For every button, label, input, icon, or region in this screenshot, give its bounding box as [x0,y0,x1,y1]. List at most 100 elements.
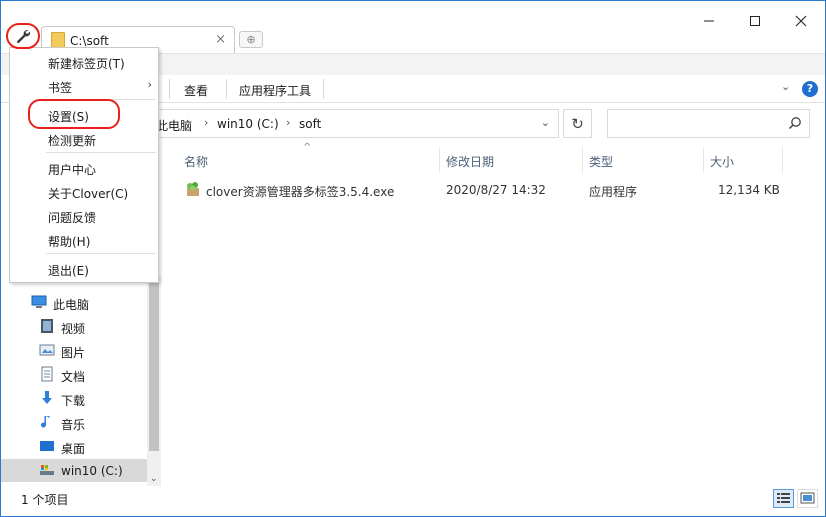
address-bar[interactable]: 此电脑 › win10 (C:) › soft ⌄ [149,109,559,138]
search-input[interactable] [607,109,810,138]
desktop-icon [40,441,54,451]
menu-item-new-tab[interactable]: 新建标签页(T) [10,51,158,73]
ribbon-collapse-icon[interactable]: ⌄ [781,80,790,93]
nav-item-desktop[interactable]: 桌面 [1,435,147,458]
breadcrumb-separator-icon[interactable]: › [204,116,208,129]
column-divider[interactable] [582,147,583,173]
column-header-size[interactable]: 大小 [710,153,734,177]
breadcrumb-separator-icon[interactable]: › [286,116,290,129]
folder-icon [51,32,65,48]
column-divider[interactable] [782,147,783,173]
search-icon [788,117,801,130]
large-icons-view-button[interactable] [797,489,818,508]
annotation-ring-settings [28,99,120,129]
menu-separator [46,253,156,254]
nav-label: 此电脑 [53,298,90,312]
details-view-icon [777,493,790,503]
menu-item-label: 帮助(H) [48,235,91,249]
nav-item-music[interactable]: 音乐 [1,411,147,434]
menu-item-label: 用户中心 [48,163,97,177]
menu-item-label: 关于Clover(C) [48,187,129,201]
drive-icon [40,465,54,475]
nav-item-video[interactable]: 视频 [1,315,147,338]
nav-label: 视频 [61,322,86,336]
details-view-button[interactable] [773,489,794,508]
submenu-arrow-icon: › [147,78,152,91]
close-window-button[interactable] [787,9,815,33]
nav-label: 文档 [61,370,86,384]
document-icon [41,366,53,382]
file-row[interactable]: clover资源管理器多标签3.5.4.exe 2020/8/27 14:32 … [181,180,781,202]
close-icon [795,15,807,27]
refresh-button[interactable]: ↻ [563,109,592,138]
nav-item-documents[interactable]: 文档 [1,363,147,386]
clover-app-icon [187,182,199,196]
file-name: clover资源管理器多标签3.5.4.exe [206,185,395,199]
menu-item-user-center[interactable]: 用户中心 [10,157,158,179]
explorer-window: C:\soft × ⊕ 查看 应用程序工具 ⌄ ? 此电脑 › win10 (C… [0,0,826,517]
column-header-type[interactable]: 类型 [589,153,613,177]
navigation-pane: 此电脑 视频 图片 文档 下载 音乐 桌面 win10 (C:) [1,281,161,486]
menu-item-about[interactable]: 关于Clover(C) [10,181,158,203]
scrollbar-thumb[interactable] [149,276,159,451]
menu-item-label: 书签 [48,81,73,95]
nav-item-downloads[interactable]: 下载 [1,387,147,410]
tab-title: C:\soft [70,34,109,48]
nav-item-this-pc[interactable]: 此电脑 [1,291,147,314]
nav-label: 音乐 [61,418,86,432]
nav-label: 图片 [61,346,86,360]
computer-icon [31,295,47,308]
ribbon-divider [323,79,324,99]
app-menu: 新建标签页(T) 书签 › 设置(S) 检测更新 用户中心 关于Clover(C)… [9,47,159,283]
breadcrumb-drive[interactable]: win10 (C:) [217,117,279,131]
nav-label: 桌面 [61,442,86,456]
annotation-ring-wrench [6,23,40,49]
ribbon-divider [169,79,170,99]
nav-scrollbar[interactable]: ⌄ [147,276,161,486]
maximize-button[interactable] [741,9,769,33]
maximize-icon [750,16,760,26]
address-dropdown-icon[interactable]: ⌄ [541,116,550,129]
sort-ascending-icon: ^ [303,142,312,153]
ribbon-tab-app-tools[interactable]: 应用程序工具 [239,82,311,99]
menu-item-label: 新建标签页(T) [48,57,125,71]
menu-item-check-update[interactable]: 检测更新 [10,128,158,150]
file-type: 应用程序 [589,185,638,199]
breadcrumb-this-pc[interactable]: 此电脑 [156,117,192,134]
ribbon-tab-view[interactable]: 查看 [184,82,208,99]
minimize-icon [704,20,714,22]
new-tab-button[interactable]: ⊕ [239,31,263,48]
item-count: 1 个项目 [21,493,69,507]
nav-label: 下载 [61,394,86,408]
music-icon [41,416,50,428]
tab-close-icon[interactable]: × [215,32,226,47]
column-header-name[interactable]: 名称 [184,153,208,177]
breadcrumb-soft[interactable]: soft [299,117,321,131]
nav-label: win10 (C:) [61,464,123,478]
title-bar: C:\soft × ⊕ [1,1,825,53]
file-size: 12,134 KB [718,183,780,197]
menu-item-feedback[interactable]: 问题反馈 [10,205,158,227]
menu-item-help[interactable]: 帮助(H) [10,229,158,251]
menu-item-bookmarks[interactable]: 书签 › [10,75,158,97]
nav-item-drive-c[interactable]: win10 (C:) [1,459,147,482]
ribbon-divider [226,79,227,99]
download-icon [42,391,52,404]
scroll-down-icon[interactable]: ⌄ [150,474,158,484]
picture-icon [39,344,55,356]
large-icons-view-icon [800,492,815,504]
video-icon [41,319,53,333]
minimize-button[interactable] [695,9,723,33]
status-bar: 1 个项目 [1,487,825,515]
column-divider[interactable] [439,147,440,173]
menu-item-label: 检测更新 [48,134,97,148]
help-icon[interactable]: ? [802,81,818,97]
menu-item-label: 退出(E) [48,264,89,278]
column-divider[interactable] [703,147,704,173]
menu-separator [46,152,156,153]
column-header-modified[interactable]: 修改日期 [446,153,494,177]
menu-item-exit[interactable]: 退出(E) [10,258,158,280]
file-modified: 2020/8/27 14:32 [446,183,546,197]
menu-item-label: 问题反馈 [48,211,97,225]
nav-item-pictures[interactable]: 图片 [1,339,147,362]
